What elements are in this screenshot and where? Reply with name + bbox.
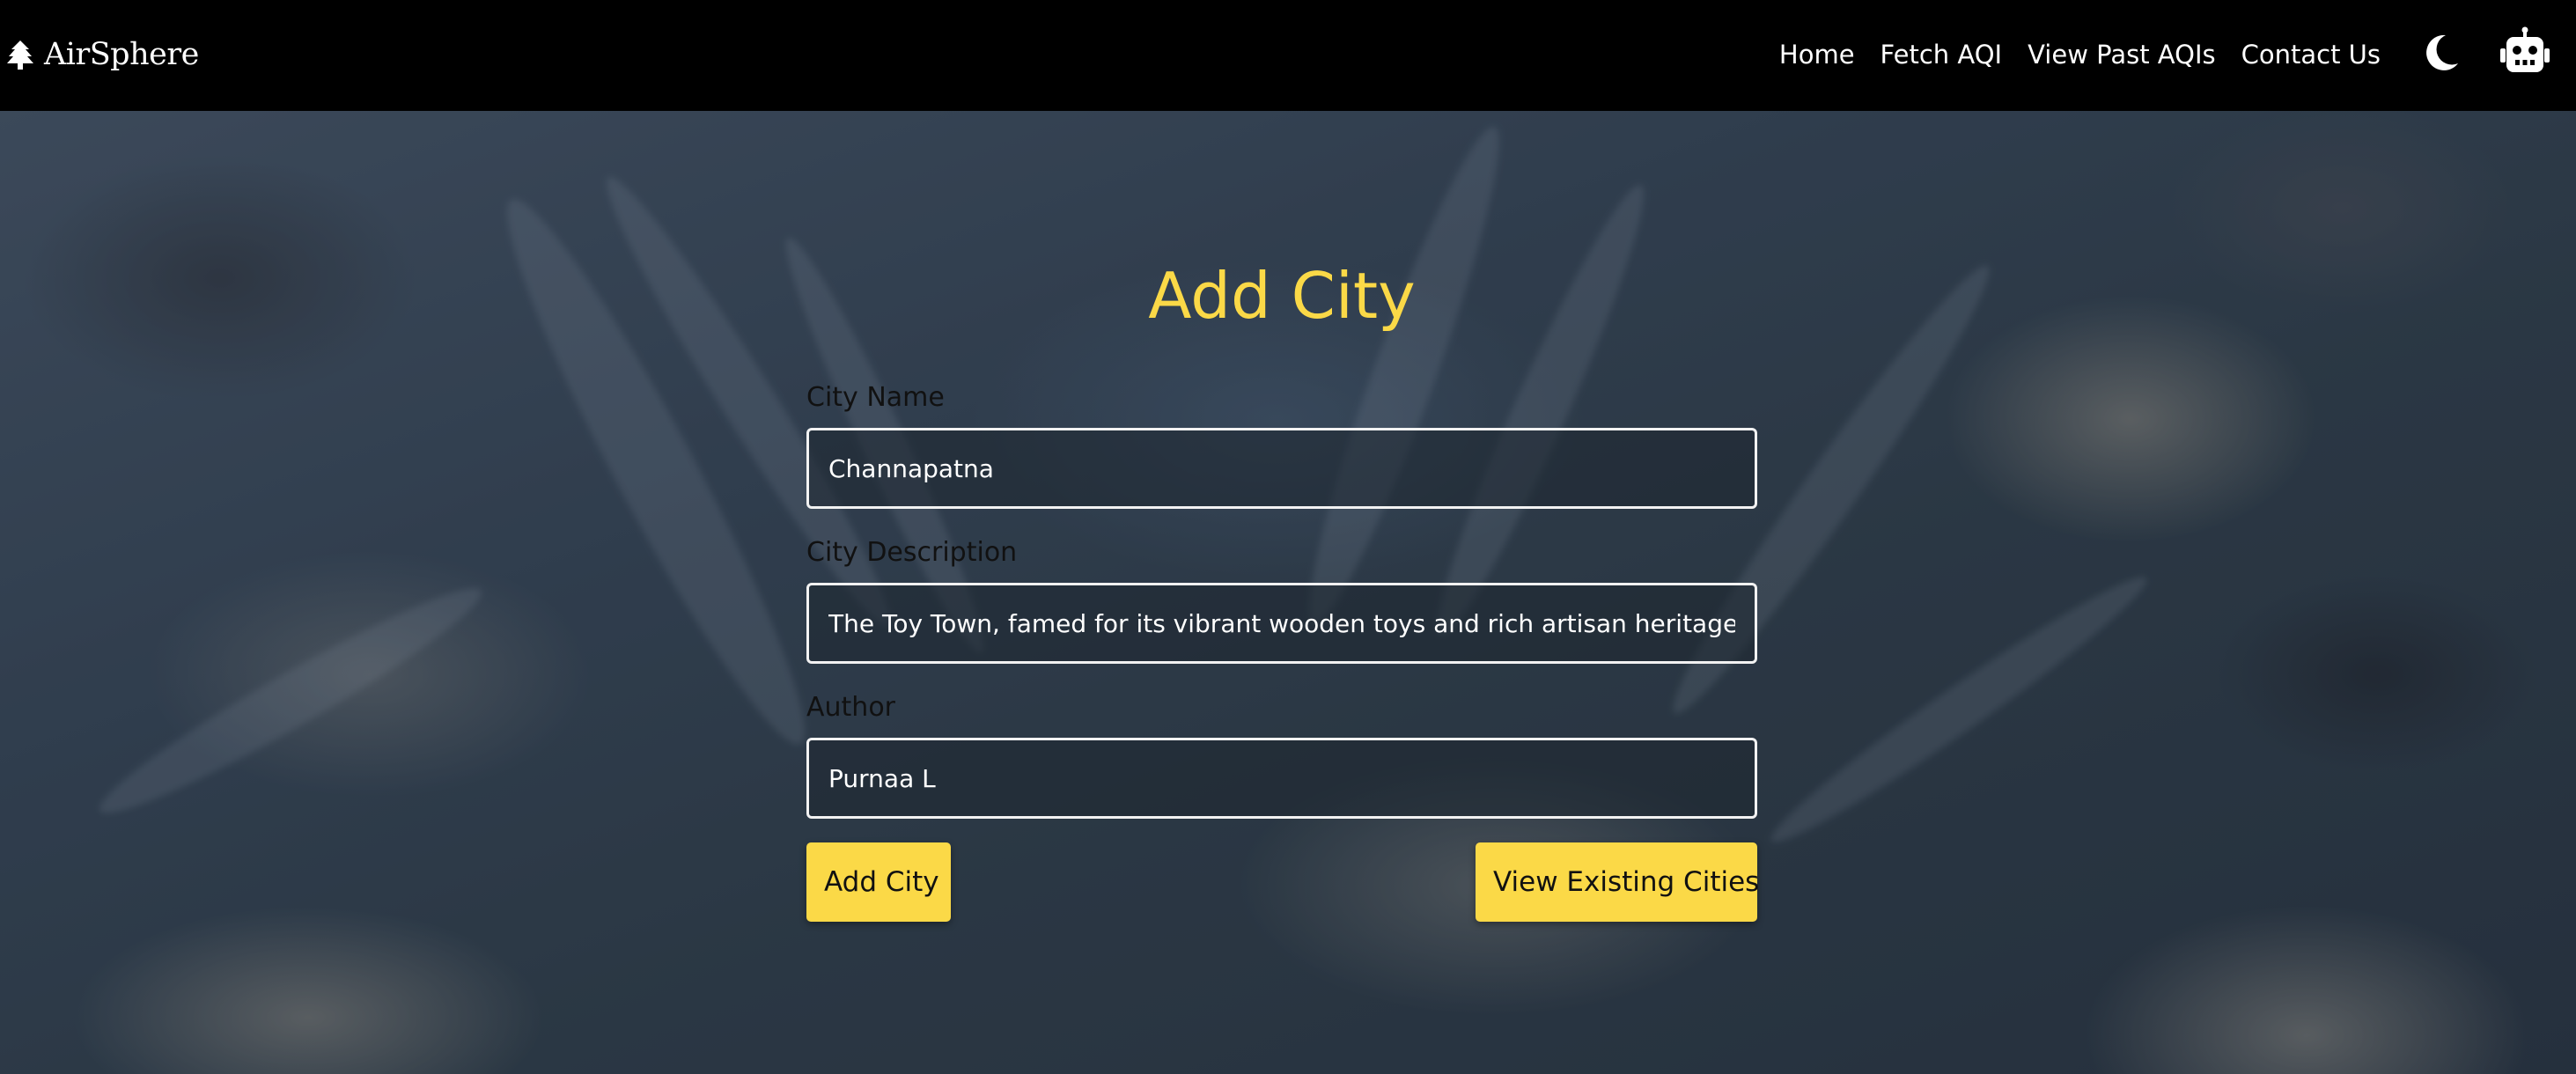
nav-view-past-aqis[interactable]: View Past AQIs [2028,40,2216,70]
brand[interactable]: AirSphere [7,30,199,79]
city-name-label: City Name [806,382,945,413]
page-title: Add City [1148,259,1416,333]
navbar: AirSphere Home Fetch AQI View Past AQIs … [0,0,2576,111]
city-name-input[interactable] [806,428,1757,509]
author-input[interactable] [806,738,1757,819]
view-existing-cities-button[interactable]: View Existing Cities [1476,842,1759,922]
author-label: Author [806,692,896,723]
nav-contact-us[interactable]: Contact Us [2241,40,2381,70]
add-city-button[interactable]: Add City [806,842,951,922]
nav-home[interactable]: Home [1779,40,1855,70]
moon-icon[interactable] [2423,32,2462,74]
nav-fetch-aqi[interactable]: Fetch AQI [1880,40,2003,70]
nav-links: Home Fetch AQI View Past AQIs Contact Us [1779,30,2381,79]
city-description-input[interactable] [806,583,1757,664]
tree-icon [7,40,33,70]
robot-icon[interactable] [2499,26,2551,79]
city-description-label: City Description [806,537,1018,568]
brand-name: AirSphere [44,37,199,72]
